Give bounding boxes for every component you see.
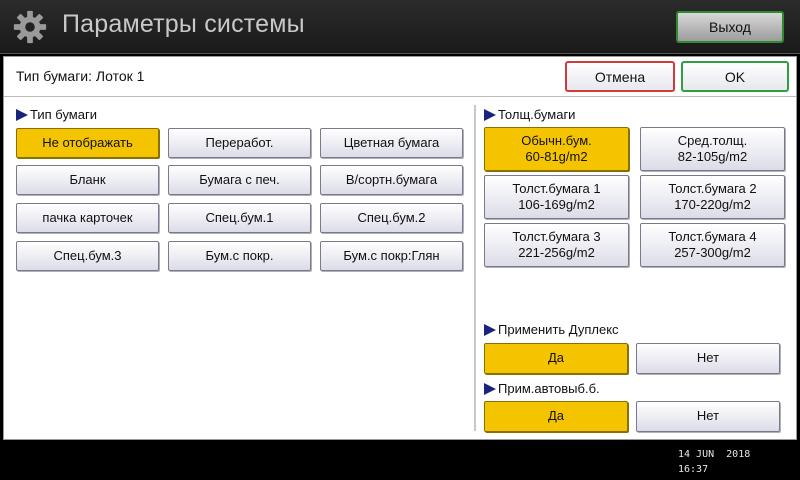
thickness-option-name: Толст.бумага 3 xyxy=(512,228,601,244)
thickness-option[interactable]: Толст.бумага 1 106-169g/m2 xyxy=(484,175,629,219)
exit-button[interactable]: Выход xyxy=(676,11,784,43)
duplex-label: Применить Дуплекс xyxy=(498,322,619,337)
paper-type-option[interactable]: В/сортн.бумага xyxy=(320,165,463,195)
thickness-option-range: 221-256g/m2 xyxy=(518,245,595,260)
time-text: 16:37 xyxy=(678,464,709,475)
paper-type-option[interactable]: Бумага с печ. xyxy=(168,165,311,195)
triangle-arrow-icon xyxy=(484,382,496,395)
thickness-option-name: Толст.бумага 1 xyxy=(512,180,601,196)
thickness-section-label: Толщ.бумаги xyxy=(484,107,575,122)
paper-type-option[interactable]: Цветная бумага xyxy=(320,128,463,158)
auto-select-label: Прим.автовыб.б. xyxy=(498,381,600,396)
paper-type-option[interactable]: Спец.бум.3 xyxy=(16,241,159,271)
thickness-option-range: 82-105g/m2 xyxy=(677,149,748,164)
column-divider xyxy=(474,105,476,431)
paper-type-option[interactable]: Спец.бум.2 xyxy=(320,203,463,233)
ok-button[interactable]: OK xyxy=(681,61,789,92)
gear-icon xyxy=(13,10,47,44)
triangle-arrow-icon xyxy=(484,323,496,336)
page-title: Параметры системы xyxy=(62,10,305,38)
thickness-option-name: Толст.бумага 4 xyxy=(668,228,757,244)
thickness-option-range: 106-169g/m2 xyxy=(518,197,595,212)
datetime-display: 14 JUN 2018 16:37 xyxy=(678,447,750,477)
paper-type-option[interactable]: Спец.бум.1 xyxy=(168,203,311,233)
thickness-option[interactable]: Толст.бумага 3 221-256g/m2 xyxy=(484,223,629,267)
thickness-option[interactable]: Толст.бумага 2 170-220g/m2 xyxy=(640,175,785,219)
duplex-yes-button[interactable]: Да xyxy=(484,343,628,374)
thickness-option-range: 257-300g/m2 xyxy=(674,245,751,260)
paper-type-option[interactable]: пачка карточек xyxy=(16,203,159,233)
header-bar: Параметры системы Выход xyxy=(0,0,800,54)
paper-type-option[interactable]: Бум.с покр. xyxy=(168,241,311,271)
thickness-option[interactable]: Сред.толщ. 82-105g/m2 xyxy=(640,127,785,171)
paper-type-option[interactable]: Не отображать xyxy=(16,128,159,158)
auto-select-no-button[interactable]: Нет xyxy=(636,401,780,432)
status-bar: 14 JUN 2018 16:37 xyxy=(0,441,800,480)
settings-heading: Тип бумаги: Лоток 1 xyxy=(16,68,145,84)
paper-type-section-label: Тип бумаги xyxy=(16,107,97,122)
settings-panel: Тип бумаги: Лоток 1 Отмена OK Тип бумаги… xyxy=(3,56,797,440)
paper-type-option[interactable]: Переработ. xyxy=(168,128,311,158)
thickness-option-name: Толст.бумага 2 xyxy=(668,180,757,196)
thickness-option-range: 170-220g/m2 xyxy=(674,197,751,212)
paper-type-option[interactable]: Бланк xyxy=(16,165,159,195)
thickness-option[interactable]: Толст.бумага 4 257-300g/m2 xyxy=(640,223,785,267)
date-text: 14 JUN 2018 xyxy=(678,449,751,460)
cancel-button[interactable]: Отмена xyxy=(565,61,675,92)
paper-type-label: Тип бумаги xyxy=(30,107,97,122)
auto-select-yes-button[interactable]: Да xyxy=(484,401,628,432)
duplex-no-button[interactable]: Нет xyxy=(636,343,780,374)
thickness-option-range: 60-81g/m2 xyxy=(525,149,588,164)
triangle-arrow-icon xyxy=(16,108,28,121)
paper-type-option[interactable]: Бум.с покр:Глян xyxy=(320,241,463,271)
thickness-option-name: Сред.толщ. xyxy=(677,132,748,148)
settings-topbar: Тип бумаги: Лоток 1 Отмена OK xyxy=(4,57,796,97)
duplex-section-label: Применить Дуплекс xyxy=(484,322,619,337)
thickness-option[interactable]: Обычн.бум. 60-81g/m2 xyxy=(484,127,629,171)
auto-select-section-label: Прим.автовыб.б. xyxy=(484,381,600,396)
thickness-option-name: Обычн.бум. xyxy=(521,132,592,148)
thickness-label: Толщ.бумаги xyxy=(498,107,576,122)
triangle-arrow-icon xyxy=(484,108,496,121)
